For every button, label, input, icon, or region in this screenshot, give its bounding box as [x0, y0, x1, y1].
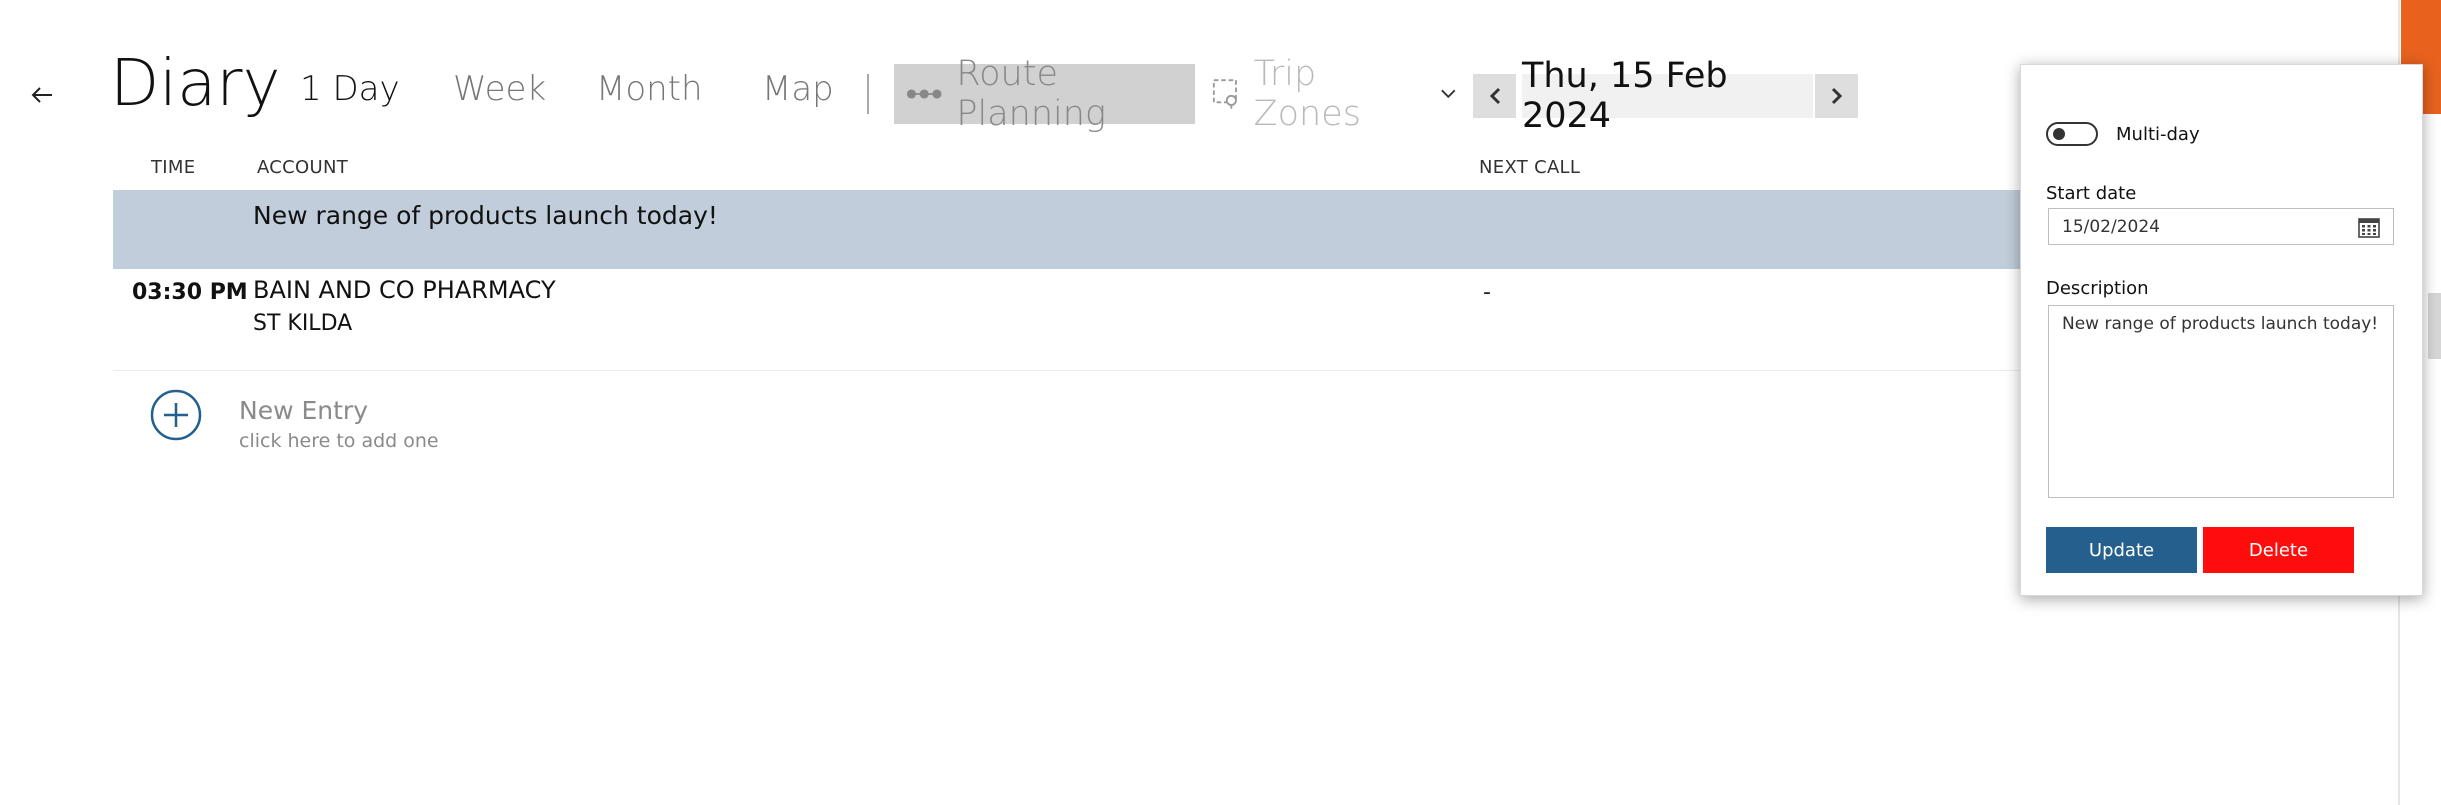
- calendar-icon[interactable]: [2358, 216, 2380, 238]
- new-entry-button[interactable]: New Entry click here to add one: [150, 388, 750, 454]
- description-field[interactable]: New range of products launch today!: [2048, 305, 2394, 498]
- note-row[interactable]: New range of products launch today!: [113, 190, 2023, 269]
- tab-week[interactable]: Week: [453, 72, 546, 106]
- current-date[interactable]: Thu, 15 Feb 2024: [1522, 56, 1813, 136]
- multi-day-label: Multi-day: [2116, 124, 2200, 145]
- chevron-right-icon: [1831, 87, 1842, 105]
- new-entry-title: New Entry: [239, 396, 368, 425]
- entry-edit-panel: Multi-day Start date 15/02/2024 Descript…: [2020, 64, 2423, 596]
- delete-button[interactable]: Delete: [2203, 527, 2354, 573]
- route-planning-button[interactable]: Route Planning: [894, 54, 1195, 134]
- entry-suburb: ST KILDA: [253, 311, 353, 336]
- column-header-time: TIME: [151, 157, 196, 178]
- description-label: Description: [2046, 278, 2149, 299]
- trip-zones-dropdown[interactable]: Trip Zones: [1212, 54, 1457, 134]
- chevron-down-icon: [1441, 89, 1456, 99]
- start-date-field[interactable]: 15/02/2024: [2048, 208, 2394, 245]
- page-title: Diary: [110, 47, 281, 121]
- add-circle-icon: [150, 389, 202, 441]
- route-planning-label: Route Planning: [956, 54, 1106, 134]
- next-date-button[interactable]: [1815, 74, 1858, 118]
- tab-month[interactable]: Month: [596, 72, 703, 106]
- new-entry-hint: click here to add one: [239, 430, 439, 452]
- tab-1-day[interactable]: 1 Day: [300, 72, 400, 106]
- trip-zone-icon: [1212, 79, 1237, 109]
- previous-date-button[interactable]: [1473, 74, 1516, 118]
- column-header-next-call: NEXT CALL: [1479, 157, 1581, 178]
- table-row[interactable]: 03:30 PM BAIN AND CO PHARMACY ST KILDA -: [113, 270, 2023, 371]
- update-button[interactable]: Update: [2046, 527, 2197, 573]
- divider: [867, 74, 869, 114]
- note-text: New range of products launch today!: [253, 201, 718, 230]
- route-dots-icon: [906, 89, 942, 99]
- arrow-left-icon: [31, 87, 52, 103]
- entry-account: BAIN AND CO PHARMACY: [253, 276, 556, 304]
- column-header-account: ACCOUNT: [257, 157, 349, 178]
- trip-zones-label: Trip Zones: [1253, 54, 1361, 134]
- entry-time: 03:30 PM: [132, 280, 248, 305]
- multi-day-toggle[interactable]: [2046, 122, 2098, 146]
- entry-next-call: -: [1483, 280, 1491, 305]
- chevron-left-icon: [1489, 87, 1500, 105]
- scrollbar-thumb[interactable]: [2428, 293, 2441, 359]
- back-button[interactable]: [20, 75, 64, 115]
- start-date-label: Start date: [2046, 183, 2137, 204]
- toggle-knob: [2053, 128, 2065, 140]
- tab-map[interactable]: Map: [762, 72, 834, 106]
